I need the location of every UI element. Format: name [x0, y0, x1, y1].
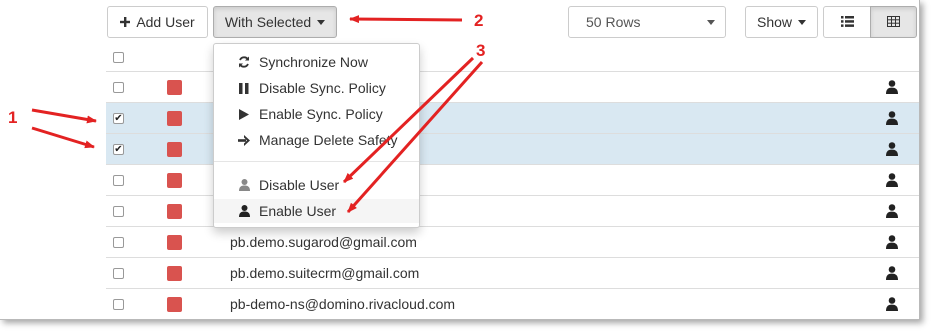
table-row[interactable]: pb.demo.suitecrm@gmail.com — [106, 257, 919, 288]
user-email: pb.demo.sugarod@gmail.com — [230, 234, 417, 250]
row-checkbox[interactable] — [113, 82, 124, 93]
row-checkbox[interactable] — [113, 299, 124, 310]
menu-item-enable-sync-policy[interactable]: Enable Sync. Policy — [214, 102, 419, 126]
sync-status-indicator — [167, 266, 182, 281]
sync-status-indicator — [167, 297, 182, 312]
row-checkbox[interactable]: ✔ — [113, 113, 124, 124]
with-selected-menu: Synchronize Now Disable Sync. Policy Ena… — [213, 43, 420, 228]
pause-icon — [238, 82, 250, 94]
menu-item-label: Disable Sync. Policy — [259, 80, 386, 96]
user-icon — [886, 297, 898, 311]
user-icon — [886, 235, 898, 249]
row-checkbox[interactable] — [113, 237, 124, 248]
arrow-right-icon — [238, 134, 250, 146]
user-icon — [886, 111, 898, 125]
show-button[interactable]: Show — [745, 6, 818, 38]
menu-item-enable-user[interactable]: Enable User — [214, 199, 419, 223]
table-row[interactable]: pb.demo.sugarod@gmail.com — [106, 226, 919, 257]
rows-per-page-select[interactable]: 50 Rows — [568, 6, 726, 38]
toolbar: Add User With Selected 50 Rows Show — [0, 0, 919, 46]
select-all-checkbox[interactable] — [113, 52, 124, 63]
sync-status-indicator — [167, 80, 182, 95]
menu-item-label: Disable User — [259, 177, 340, 193]
user-email: pb-demo-ns@domino.rivacloud.com — [230, 296, 456, 312]
menu-item-synchronize-now[interactable]: Synchronize Now — [214, 50, 419, 74]
user-icon — [238, 205, 250, 217]
play-icon — [238, 108, 250, 120]
sync-status-indicator — [167, 173, 182, 188]
user-email: pb.demo.suitecrm@gmail.com — [230, 265, 420, 281]
show-label: Show — [756, 14, 793, 30]
refresh-icon — [238, 56, 250, 68]
table-row[interactable]: pb-demo-ns@domino.rivacloud.com — [106, 288, 919, 319]
add-user-label: Add User — [136, 14, 195, 30]
user-list-panel: Add User With Selected 50 Rows Show ✔ ✔ … — [0, 0, 920, 320]
menu-item-disable-sync-policy[interactable]: Disable Sync. Policy — [214, 76, 419, 100]
sync-status-indicator — [167, 235, 182, 250]
menu-item-label: Enable Sync. Policy — [259, 106, 383, 122]
user-icon — [886, 204, 898, 218]
sync-status-indicator — [167, 111, 182, 126]
user-grey-icon — [238, 179, 250, 191]
row-checkbox[interactable] — [113, 206, 124, 217]
grid-view-button[interactable] — [870, 6, 917, 38]
user-icon — [886, 142, 898, 156]
user-icon — [886, 173, 898, 187]
menu-item-label: Manage Delete Safety — [259, 132, 398, 148]
menu-item-disable-user[interactable]: Disable User — [214, 173, 419, 197]
caret-down-icon — [707, 19, 715, 25]
grid-icon — [887, 14, 900, 30]
row-checkbox[interactable] — [113, 175, 124, 186]
sync-status-indicator — [167, 204, 182, 219]
menu-item-label: Enable User — [259, 203, 337, 219]
caret-down-icon — [317, 19, 326, 25]
caret-down-icon — [798, 19, 807, 25]
user-icon — [886, 80, 898, 94]
add-user-button[interactable]: Add User — [107, 6, 208, 38]
menu-item-manage-delete-safety[interactable]: Manage Delete Safety — [214, 128, 419, 152]
sync-status-indicator — [167, 142, 182, 157]
user-icon — [886, 266, 898, 280]
plus-icon — [120, 14, 131, 30]
list-icon — [840, 14, 854, 30]
with-selected-label: With Selected — [224, 14, 312, 30]
menu-divider — [214, 161, 419, 162]
row-checkbox[interactable]: ✔ — [113, 144, 124, 155]
with-selected-button[interactable]: With Selected — [213, 6, 337, 38]
rows-per-page-value: 50 Rows — [586, 14, 641, 30]
row-checkbox[interactable] — [113, 268, 124, 279]
list-view-button[interactable] — [823, 6, 871, 38]
menu-item-label: Synchronize Now — [259, 54, 368, 70]
